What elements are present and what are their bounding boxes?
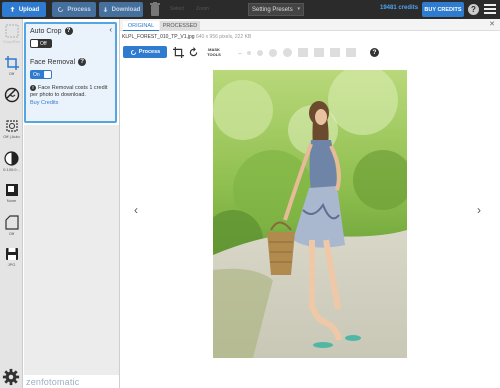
help-icon: ? [372, 49, 377, 56]
top-toolbar: Upload Process Download Select Zoom Sett… [0, 0, 500, 19]
process-image-button[interactable]: Process [123, 46, 167, 58]
crop-tool[interactable]: Off [0, 56, 23, 76]
auto-crop-label: Auto Crop [30, 27, 62, 35]
refresh-icon [58, 6, 64, 13]
shadow-tool[interactable]: None [0, 183, 23, 203]
rotate-icon [5, 120, 18, 132]
brand-logo: zenfotomatic [26, 377, 80, 387]
tab-processed[interactable]: PROCESSED [160, 21, 200, 31]
info-icon: ! [30, 85, 36, 91]
crop-state: Off [8, 71, 15, 76]
process-label: Process [67, 6, 91, 13]
crop-icon [4, 56, 19, 70]
save-format-state: JPG [7, 262, 16, 267]
shape-tool[interactable]: Off [0, 215, 23, 236]
shadow-state: None [6, 198, 17, 203]
download-label: Download [111, 6, 141, 13]
contrast-tool[interactable]: 0:100:0... [0, 151, 23, 172]
fill-icon [314, 48, 324, 57]
credits-count: 19481 credits [380, 5, 419, 11]
rotate-icon[interactable] [188, 47, 199, 58]
small-brush-icon [247, 51, 251, 55]
face-removal-tool[interactable]: On [0, 87, 23, 103]
collapse-icon[interactable]: ‹ [109, 25, 112, 34]
shadow-icon [5, 184, 18, 196]
resize-icon [4, 24, 19, 38]
upload-icon [10, 6, 15, 12]
crop-icon[interactable] [173, 47, 184, 58]
face-removal-title: Face Removal ? [30, 58, 111, 66]
upload-label: Upload [18, 6, 40, 13]
close-icon[interactable]: ✕ [489, 20, 495, 28]
auto-crop-toggle[interactable]: Off [30, 39, 52, 48]
viewer-tabs: ORIGINAL PROCESSED ✕ [120, 19, 500, 31]
face-removal-state: On [33, 71, 40, 78]
gear-icon[interactable] [2, 368, 20, 386]
setting-presets-dropdown[interactable]: Setting Presets ▾ [248, 3, 304, 16]
refresh-icon [130, 49, 136, 55]
preset-label: Setting Presets [252, 6, 293, 13]
info-text: Face Removal costs 1 credit per photo to… [30, 85, 108, 98]
menu-icon[interactable] [484, 4, 496, 15]
redo-icon [346, 48, 356, 57]
trash-icon[interactable] [150, 2, 160, 17]
contrast-icon [4, 151, 19, 166]
large-brush-icon [269, 49, 277, 57]
mask-tools-label: MASK TOOLS [207, 47, 221, 57]
help-icon[interactable]: ? [78, 58, 87, 66]
download-icon [103, 7, 108, 13]
xl-brush-icon [283, 48, 292, 57]
medium-brush-icon [257, 50, 263, 56]
next-image-icon[interactable]: › [477, 203, 481, 217]
auto-tool[interactable]: Off | Auto [0, 119, 23, 139]
help-button[interactable]: ? [468, 4, 479, 15]
chevron-down-icon: ▾ [297, 6, 300, 12]
select-label: Select [170, 6, 184, 12]
face-removal-toggle[interactable]: On [30, 70, 52, 79]
upload-button[interactable]: Upload [2, 2, 46, 17]
face-removal-info: ! Face Removal costs 1 credit per photo t… [30, 85, 111, 99]
auto-crop-state: Off [40, 40, 47, 47]
file-meta: 640 x 956 pixels, 222 KB [195, 34, 252, 40]
left-toolbar: Crop/Res Off On Off | Auto 0:100:0... No… [0, 19, 23, 388]
shape-icon [4, 215, 19, 230]
process-button[interactable]: Process [52, 2, 96, 17]
face-icon [4, 87, 19, 103]
tab-original[interactable]: ORIGINAL [123, 21, 159, 31]
shape-state: Off [8, 231, 15, 236]
settings-panel-empty [24, 125, 119, 375]
contrast-state: 0:100:0... [3, 167, 20, 172]
download-button[interactable]: Download [99, 2, 143, 17]
crop-res-tool[interactable]: Crop/Res [0, 24, 23, 44]
save-icon [5, 248, 18, 260]
save-format-tool[interactable]: JPG [0, 247, 23, 267]
buy-credits-button[interactable]: BUY CREDITS [422, 2, 464, 17]
viewer-toolbar: Process MASK TOOLS ? [120, 44, 500, 61]
buy-credits-link[interactable]: Buy Credits [30, 100, 111, 106]
face-removal-label: Face Removal [30, 58, 76, 66]
settings-panel: ‹ Auto Crop ? Off Face Removal ? On ! Fac… [24, 22, 117, 123]
help-icon[interactable]: ? [64, 27, 73, 35]
filename: KLPL_FOREST_010_TP_V1.jpg [122, 34, 195, 40]
crop-res-label: Crop/Res [3, 39, 20, 44]
photo-preview [213, 70, 407, 358]
auto-crop-title: Auto Crop ? [30, 27, 111, 35]
help-button[interactable]: ? [370, 48, 379, 57]
zoom-label: Zoom [196, 6, 209, 12]
help-icon: ? [471, 5, 476, 14]
auto-state: Off | Auto [3, 134, 20, 139]
minus-icon [238, 53, 242, 54]
process-image-label: Process [138, 49, 161, 55]
divider [119, 19, 120, 388]
undo-icon [330, 48, 340, 57]
file-info: KLPL_FOREST_010_TP_V1.jpg 640 x 956 pixe… [122, 34, 251, 40]
buy-credits-label: BUY CREDITS [424, 6, 462, 13]
previous-image-icon[interactable]: ‹ [134, 203, 138, 217]
eraser-icon [298, 48, 308, 57]
